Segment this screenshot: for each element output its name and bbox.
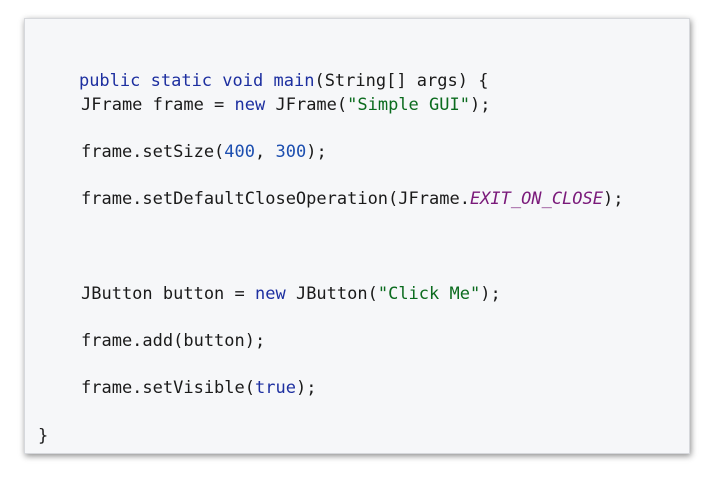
jbutton-decl: JButton button = <box>81 284 255 304</box>
code-line-set-visible: frame.setVisible(true); <box>38 376 316 400</box>
code-line-frame-add: frame.add(button); <box>38 329 265 353</box>
number-width: 400 <box>224 142 256 162</box>
statement-end: ); <box>295 378 317 398</box>
keyword-true: true <box>255 378 296 398</box>
closing-brace: } <box>38 426 49 446</box>
close-op-call: frame.setDefaultCloseOperation(JFrame. <box>81 189 470 209</box>
code-line-main-signature: public static void main(String[] args) { <box>38 45 489 91</box>
keyword-new: new <box>255 284 286 304</box>
code-line-jframe-decl: JFrame frame = new JFrame("Simple GUI"); <box>38 93 490 117</box>
code-line-jbutton-decl: JButton button = new JButton("Click Me")… <box>38 282 501 306</box>
jframe-ctor: JFrame( <box>265 95 348 115</box>
arg-separator: , <box>255 142 276 162</box>
statement-end: ); <box>480 284 501 304</box>
code-block: public static void main(String[] args) {… <box>24 18 690 454</box>
set-visible-call: frame.setVisible( <box>81 378 255 398</box>
jbutton-ctor: JButton( <box>285 284 378 304</box>
statement-end: ); <box>306 142 327 162</box>
frame-add-statement: frame.add(button); <box>81 331 266 351</box>
method-name-main: main <box>273 71 315 91</box>
keyword-void: void <box>222 71 264 91</box>
keyword-new: new <box>234 95 266 115</box>
keyword-public: public <box>78 71 141 91</box>
code-line-set-size: frame.setSize(400, 300); <box>38 140 327 164</box>
jframe-decl: JFrame frame = <box>81 95 235 115</box>
statement-end: ); <box>603 189 624 209</box>
keyword-static: static <box>150 71 213 91</box>
string-literal-button: "Click Me" <box>377 284 481 304</box>
code-line-close-operation: frame.setDefaultCloseOperation(JFrame.EX… <box>38 187 623 211</box>
number-height: 300 <box>275 142 307 162</box>
statement-end: ); <box>469 95 491 115</box>
method-params: (String[] args) { <box>314 71 489 91</box>
code-line-closing-brace: } <box>38 424 48 448</box>
set-size-call: frame.setSize( <box>81 142 225 162</box>
string-literal-title: "Simple GUI" <box>347 95 470 115</box>
constant-exit-on-close: EXIT_ON_CLOSE <box>469 189 603 209</box>
